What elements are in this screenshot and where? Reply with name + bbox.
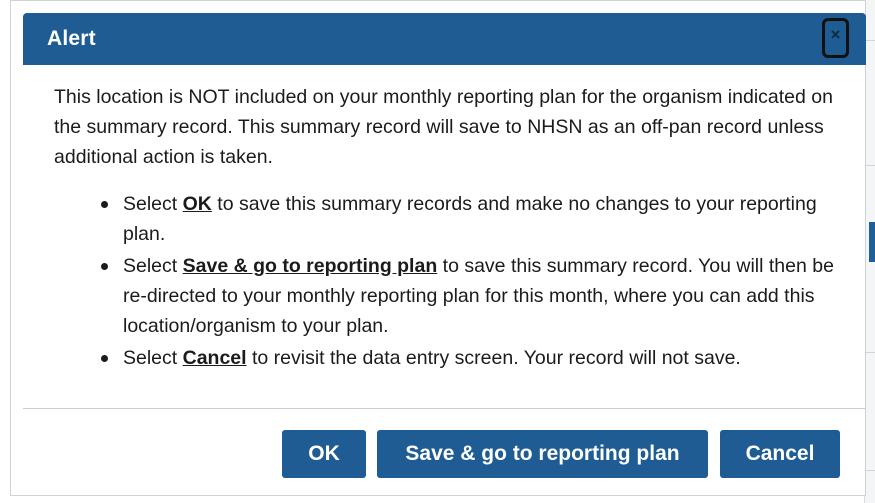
bullet-icon bbox=[101, 263, 108, 270]
bullet-lead-text: Select bbox=[123, 193, 183, 215]
alert-dialog: Alert × This location is NOT included on… bbox=[10, 0, 866, 496]
alert-message: This location is NOT included on your mo… bbox=[54, 86, 833, 168]
background-row-line bbox=[865, 470, 875, 471]
list-item: Select OK to save this summary records a… bbox=[101, 189, 861, 249]
dialog-titlebar: Alert bbox=[23, 13, 866, 65]
bullet-rest-text: to save this summary records and make no… bbox=[123, 193, 817, 245]
bullet-lead-text: Select bbox=[123, 347, 183, 369]
background-row-line bbox=[865, 165, 875, 166]
dialog-title: Alert bbox=[47, 27, 96, 50]
cancel-button[interactable]: Cancel bbox=[720, 430, 840, 478]
background-row-line bbox=[865, 352, 875, 353]
bullet-icon bbox=[101, 201, 108, 208]
footer-divider bbox=[23, 408, 866, 409]
ok-button[interactable]: OK bbox=[282, 430, 366, 478]
list-item: Select Cancel to revisit the data entry … bbox=[101, 343, 861, 373]
bullet-keyword-save: Save & go to reporting plan bbox=[182, 255, 438, 277]
bullet-rest-text: to revisit the data entry screen. Your r… bbox=[246, 347, 741, 369]
close-button[interactable]: × bbox=[822, 18, 849, 58]
save-and-go-to-reporting-plan-button[interactable]: Save & go to reporting plan bbox=[377, 430, 708, 478]
bullet-keyword-cancel: Cancel bbox=[182, 347, 247, 369]
list-item: Select Save & go to reporting plan to sa… bbox=[101, 251, 861, 341]
instruction-list: Select OK to save this summary records a… bbox=[101, 189, 861, 375]
background-accent-bar bbox=[869, 222, 875, 262]
close-icon: × bbox=[830, 25, 841, 44]
background-row-line bbox=[865, 40, 875, 41]
bullet-keyword-ok: OK bbox=[182, 193, 212, 215]
bullet-lead-text: Select bbox=[123, 255, 183, 277]
bullet-icon bbox=[101, 355, 108, 362]
